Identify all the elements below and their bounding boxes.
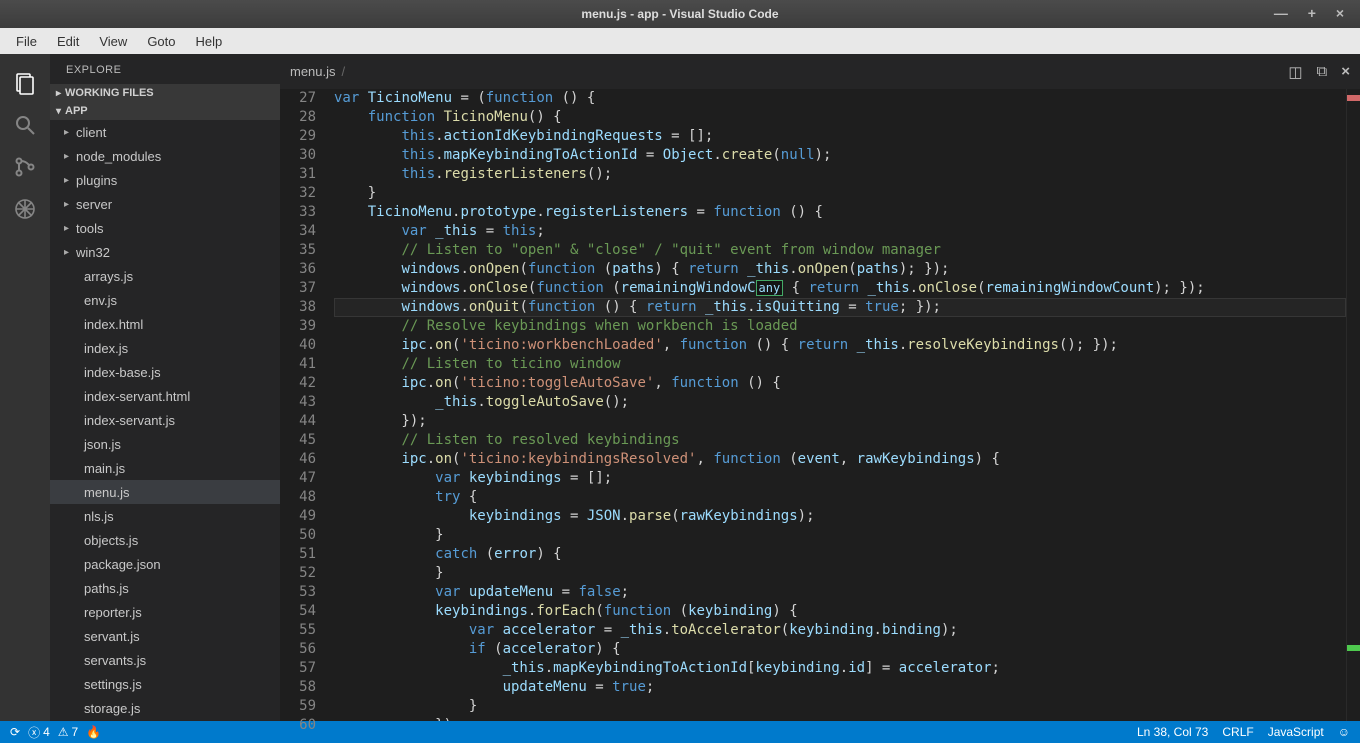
more-actions-icon[interactable]: ⧉ [1317, 63, 1328, 81]
title-bar: menu.js - app - Visual Studio Code — + × [0, 0, 1360, 28]
file-tree: ▸ client▸ node_modules▸ plugins▸ server▸… [50, 120, 280, 720]
close-editor-icon[interactable]: × [1341, 63, 1350, 81]
code-area[interactable]: var TicinoMenu = (function () { function… [334, 89, 1346, 721]
file-index.js[interactable]: index.js [50, 336, 280, 360]
file-paths.js[interactable]: paths.js [50, 576, 280, 600]
status-language[interactable]: JavaScript [1268, 725, 1324, 739]
sidebar-title: EXPLORE [50, 54, 280, 84]
folder-node_modules[interactable]: ▸ node_modules [50, 144, 280, 168]
file-index-servant.html[interactable]: index-servant.html [50, 384, 280, 408]
overview-ruler[interactable] [1346, 89, 1360, 721]
file-reporter.js[interactable]: reporter.js [50, 600, 280, 624]
tabs-bar: menu.js / ◫ ⧉ × [280, 54, 1360, 89]
sidebar: EXPLORE ▸ WORKING FILES ▾ APP ▸ client▸ … [50, 54, 280, 721]
file-index.html[interactable]: index.html [50, 312, 280, 336]
status-sync-icon[interactable]: ⟳ [10, 725, 20, 739]
file-arrays.js[interactable]: arrays.js [50, 264, 280, 288]
file-menu.js[interactable]: menu.js [50, 480, 280, 504]
activity-debug-icon[interactable] [0, 188, 50, 230]
menu-view[interactable]: View [89, 31, 137, 52]
activity-explorer-icon[interactable] [0, 62, 50, 104]
status-bar: ⟳ ⓧ 4 ⚠ 7 🔥 Ln 38, Col 73 CRLF JavaScrip… [0, 721, 1360, 743]
file-main.js[interactable]: main.js [50, 456, 280, 480]
line-gutter: 2728293031323334353637383940414243444546… [280, 89, 334, 721]
section-working-files[interactable]: ▸ WORKING FILES [50, 84, 280, 102]
folder-server[interactable]: ▸ server [50, 192, 280, 216]
status-warnings[interactable]: ⚠ 7 [58, 725, 78, 739]
window-controls[interactable]: — + × [1274, 5, 1352, 21]
activity-git-icon[interactable] [0, 146, 50, 188]
folder-tools[interactable]: ▸ tools [50, 216, 280, 240]
split-editor-icon[interactable]: ◫ [1288, 63, 1302, 81]
activity-bar [0, 54, 50, 721]
file-index-base.js[interactable]: index-base.js [50, 360, 280, 384]
menu-file[interactable]: File [6, 31, 47, 52]
file-index-servant.js[interactable]: index-servant.js [50, 408, 280, 432]
folder-win32[interactable]: ▸ win32 [50, 240, 280, 264]
menu-help[interactable]: Help [186, 31, 233, 52]
file-storage.js[interactable]: storage.js [50, 696, 280, 720]
file-settings.js[interactable]: settings.js [50, 672, 280, 696]
section-project[interactable]: ▾ APP [50, 102, 280, 120]
menu-goto[interactable]: Goto [137, 31, 185, 52]
editor[interactable]: 2728293031323334353637383940414243444546… [280, 89, 1360, 721]
status-errors[interactable]: ⓧ 4 [28, 724, 50, 741]
status-eol[interactable]: CRLF [1222, 725, 1253, 739]
folder-client[interactable]: ▸ client [50, 120, 280, 144]
status-feedback-icon[interactable]: ☺ [1338, 725, 1350, 739]
status-flame-icon[interactable]: 🔥 [86, 725, 101, 739]
file-package.json[interactable]: package.json [50, 552, 280, 576]
menu-edit[interactable]: Edit [47, 31, 89, 52]
file-nls.js[interactable]: nls.js [50, 504, 280, 528]
menu-bar: FileEditViewGotoHelp [0, 28, 1360, 54]
activity-search-icon[interactable] [0, 104, 50, 146]
breadcrumb[interactable]: menu.js [290, 64, 336, 79]
file-objects.js[interactable]: objects.js [50, 528, 280, 552]
chevron-right-icon: ▸ [56, 88, 61, 99]
breadcrumb-sep: / [342, 64, 346, 79]
file-env.js[interactable]: env.js [50, 288, 280, 312]
file-json.js[interactable]: json.js [50, 432, 280, 456]
folder-plugins[interactable]: ▸ plugins [50, 168, 280, 192]
file-servants.js[interactable]: servants.js [50, 648, 280, 672]
file-servant.js[interactable]: servant.js [50, 624, 280, 648]
status-cursor[interactable]: Ln 38, Col 73 [1137, 725, 1208, 739]
chevron-down-icon: ▾ [56, 106, 61, 117]
window-title: menu.js - app - Visual Studio Code [581, 7, 778, 21]
